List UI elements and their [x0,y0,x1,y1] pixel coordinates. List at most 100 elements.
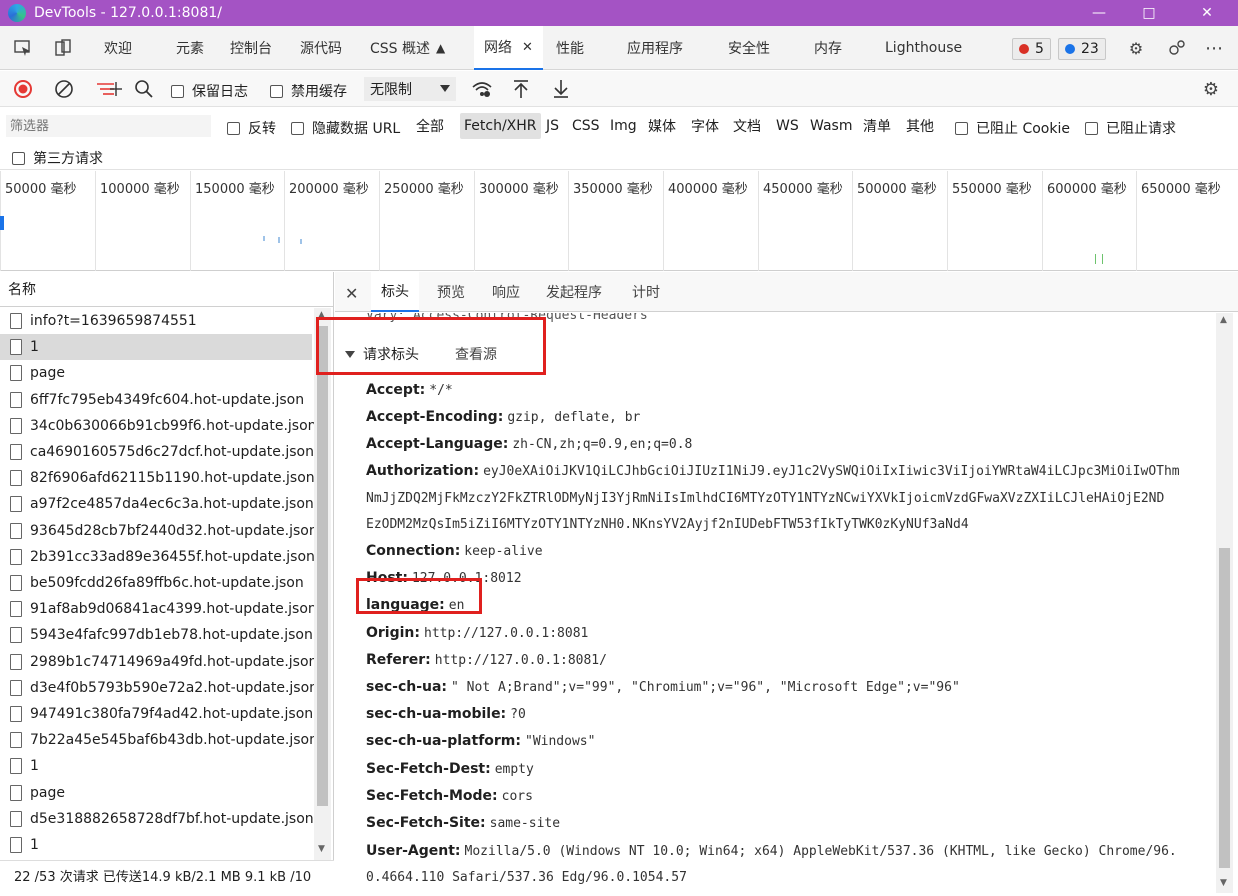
header-value[interactable]: zh-CN,zh;q=0.9,en;q=0.8 [512,437,692,452]
request-row[interactable]: 1 [0,753,312,779]
header-value[interactable]: gzip, deflate, br [507,410,640,425]
inspect-element-icon[interactable] [12,37,34,59]
settings-gear-icon[interactable]: ⚙ [1125,37,1147,59]
header-value[interactable]: http://127.0.0.1:8081/ [435,653,607,668]
request-row[interactable]: info?t=1639659874551 [0,308,312,334]
preserve-log-checkbox[interactable]: 保留日志 [171,81,248,101]
tab-security[interactable]: 安全性 [728,26,770,70]
blocked-cookies-checkbox[interactable]: 已阻止 Cookie [955,118,1070,138]
request-row[interactable]: 6ff7fc795eb4349fc604.hot-update.json [0,387,312,413]
customize-icon[interactable] [1166,37,1188,59]
header-value[interactable]: cors [502,789,533,804]
scroll-up-arrow-icon[interactable]: ▲ [1220,315,1227,325]
tab-response[interactable]: 响应 [492,272,520,312]
header-value[interactable]: " Not A;Brand";v="99", "Chromium";v="96"… [451,680,960,695]
export-har-icon[interactable] [550,78,572,100]
tab-sources[interactable]: 源代码 [300,26,342,70]
request-row[interactable]: 5943e4fafc997db1eb78.hot-update.json [0,622,313,648]
request-row[interactable]: 947491c380fa79f4ad42.hot-update.json [0,701,313,727]
request-row[interactable]: 7b22a45e545baf6b43db.hot-update.json [0,727,318,753]
type-filter-font[interactable]: 字体 [687,113,723,139]
import-har-icon[interactable] [510,78,532,100]
header-value[interactable]: empty [495,762,534,777]
minimize-button[interactable]: — [1076,0,1122,26]
type-filter-img[interactable]: Img [606,113,641,139]
scroll-down-arrow-icon[interactable]: ▼ [1220,878,1227,888]
message-count-badge[interactable]: 23 [1058,38,1106,60]
header-value[interactable]: "Windows" [525,734,595,749]
request-row[interactable]: be509fcdd26fa89ffb6c.hot-update.json [0,570,312,596]
tab-headers[interactable]: 标头 [371,272,419,312]
network-conditions-icon[interactable] [471,78,493,100]
scrollbar-thumb[interactable] [1219,548,1230,868]
timeline-overview[interactable]: 50000 毫秒 100000 毫秒 150000 毫秒 200000 毫秒 2… [0,171,1238,271]
more-options-icon[interactable]: ⋯ [1203,37,1225,59]
hide-data-urls-checkbox[interactable]: 隐藏数据 URL [291,118,400,138]
header-value[interactable]: */* [429,383,452,398]
request-row[interactable]: d5e318882658728df7bf.hot-update.json [0,806,314,832]
clear-icon[interactable] [53,78,75,100]
network-settings-gear-icon[interactable]: ⚙ [1200,78,1222,100]
request-row[interactable]: 34c0b630066b91cb99f6.hot-update.json [0,413,317,439]
request-row[interactable]: 93645d28cb7bf2440d32.hot-update.json [0,518,318,544]
tab-network[interactable]: 网络 ✕ [474,26,543,70]
request-list-scrollbar[interactable]: ▲ ▼ [314,308,331,860]
type-filter-other[interactable]: 其他 [902,113,938,139]
detail-scrollbar[interactable]: ▲ ▼ [1216,313,1233,893]
tab-welcome[interactable]: 欢迎 [104,26,132,70]
request-row[interactable]: 91af8ab9d06841ac4399.hot-update.json [0,596,317,622]
tab-lighthouse[interactable]: Lighthouse [885,26,962,70]
type-filter-fetch-xhr[interactable]: Fetch/XHR [460,113,541,139]
scrollbar-thumb[interactable] [317,326,328,806]
tab-initiator[interactable]: 发起程序 [546,272,602,312]
header-value[interactable]: 0.4664.110 Safari/537.36 Edg/96.0.1054.5… [366,870,687,885]
request-row[interactable]: 1 [0,832,312,858]
type-filter-media[interactable]: 媒体 [644,113,680,139]
header-value[interactable]: keep-alive [464,544,542,559]
close-window-button[interactable]: ✕ [1184,0,1230,26]
scroll-down-arrow-icon[interactable]: ▼ [318,844,325,854]
type-filter-all[interactable]: 全部 [412,113,448,139]
name-column-header[interactable]: 名称 [0,272,333,307]
request-row[interactable]: 2989b1c74714969a49fd.hot-update.json [0,649,317,675]
close-detail-icon[interactable]: ✕ [345,284,358,303]
throttling-select[interactable]: 无限制 [364,77,456,101]
type-filter-doc[interactable]: 文档 [729,113,765,139]
filter-icon[interactable] [96,78,122,100]
tab-timing[interactable]: 计时 [632,272,660,312]
tab-memory[interactable]: 内存 [814,26,842,70]
type-filter-ws[interactable]: WS [772,113,803,139]
request-row[interactable]: 1 [0,334,312,361]
search-icon[interactable] [133,78,155,100]
header-value[interactable]: same-site [490,816,560,831]
header-value[interactable]: http://127.0.0.1:8081 [424,626,588,641]
tab-application[interactable]: 应用程序 [627,26,683,70]
request-row[interactable]: 2b391cc33ad89e36455f.hot-update.json [0,544,315,570]
tab-css-overview[interactable]: CSS 概述 ▲ [370,26,445,70]
stop-recording-icon[interactable] [12,78,34,100]
request-row[interactable]: d3e4f0b5793b590e72a2.hot-update.json [0,675,318,701]
tab-performance[interactable]: 性能 [556,26,584,70]
tab-console[interactable]: 控制台 [230,26,272,70]
header-value[interactable]: EzODM2MzQsIm5iZiI6MTYzOTY1NTYzNH0.NKnsYV… [366,517,969,532]
third-party-checkbox[interactable]: 第三方请求 [12,148,103,168]
header-value[interactable]: ?0 [510,707,526,722]
close-tab-icon[interactable]: ✕ [522,40,533,55]
request-row[interactable]: 82f6906afd62115b1190.hot-update.json [0,465,315,491]
blocked-requests-checkbox[interactable]: 已阻止请求 [1085,118,1176,138]
type-filter-wasm[interactable]: Wasm [806,113,856,139]
filter-input[interactable] [6,115,211,137]
request-row[interactable]: page [0,780,312,806]
header-value[interactable]: Mozilla/5.0 (Windows NT 10.0; Win64; x64… [465,844,1177,859]
device-emulation-icon[interactable] [52,37,74,59]
header-value[interactable]: NmJjZDQ2MjFkMzczY2FkZTRlODMyNjI3YjRmNiIs… [366,491,1164,506]
tab-elements[interactable]: 元素 [176,26,204,70]
error-count-badge[interactable]: 5 [1012,38,1051,60]
disable-cache-checkbox[interactable]: 禁用缓存 [270,81,347,101]
header-value[interactable]: eyJ0eXAiOiJKV1QiLCJhbGciOiJIUzI1NiJ9.eyJ… [483,464,1180,479]
tab-preview[interactable]: 预览 [437,272,465,312]
request-row[interactable]: a97f2ce4857da4ec6c3a.hot-update.json [0,491,314,517]
request-row[interactable]: page [0,360,312,386]
maximize-button[interactable]: □ [1126,0,1172,26]
type-filter-css[interactable]: CSS [568,113,604,139]
